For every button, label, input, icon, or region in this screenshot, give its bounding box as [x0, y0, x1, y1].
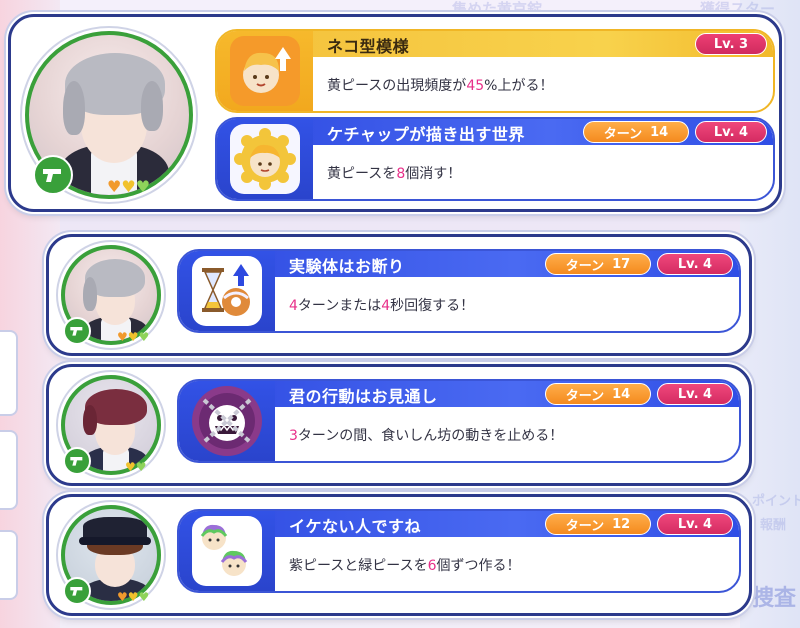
skill-level-badge: Lv. 4: [695, 121, 767, 143]
gun-icon: [63, 447, 91, 475]
heart-icon: ♥: [117, 590, 128, 604]
skill-name: イケない人ですね: [289, 517, 422, 536]
gun-icon: [63, 317, 91, 345]
affection-hearts: ♥ ♥ ♥: [117, 591, 149, 603]
skill-panel[interactable]: ネコ型模様 Lv. 3 黄ピースの出現頻度が45%上がる！: [215, 29, 775, 113]
heart-icon: ♥: [127, 330, 139, 344]
skill-panel[interactable]: 君の行動はお見通し ターン 14 Lv. 4 3ターンの間、食いしん坊の動きを止め…: [177, 379, 741, 463]
skill-panel[interactable]: イケない人ですね ターン 12 Lv. 4 紫ピースと緑ピースを6個ずつ作る！: [177, 509, 741, 593]
skill-icon-box: [217, 31, 313, 111]
character-card[interactable]: ♥ ♥ ♥ イケない人ですね ターン 12 Lv. 4 紫ピースと緑ピースを6個…: [46, 494, 752, 616]
side-tab[interactable]: [0, 430, 18, 510]
gun-icon: [33, 155, 73, 195]
skill-description: 黄ピースの出現頻度が45%上がる！: [327, 78, 554, 94]
skill-level-badge: Lv. 4: [657, 383, 733, 405]
heart-icon: ♥: [135, 460, 147, 474]
affection-hearts: ♥ ♥: [125, 461, 147, 473]
skill-description: 紫ピースと緑ピースを6個ずつ作る！: [289, 558, 521, 574]
skill-description: 3ターンの間、食いしん坊の動きを止める！: [289, 428, 564, 444]
side-tab[interactable]: [0, 530, 18, 600]
skill-name: ネコ型模様: [327, 37, 410, 56]
heart-icon: ♥: [117, 330, 128, 344]
yellow-piece-icon: [230, 124, 300, 194]
skill-turn-badge: ターン 14: [545, 383, 651, 405]
skill-name: ケチャップが描き出す世界: [327, 125, 525, 144]
heart-icon: ♥: [138, 590, 150, 604]
heart-icon: ♥: [107, 177, 122, 196]
piece-up-icon: [230, 36, 300, 106]
heart-icon: ♥: [138, 330, 150, 344]
skill-panel[interactable]: 実験体はお断り ターン 17 Lv. 4 4ターンまたは4秒回復する！: [177, 249, 741, 333]
hourglass-donut-icon: [192, 256, 262, 326]
heart-icon: ♥: [125, 460, 136, 474]
chained-monster-icon: [192, 386, 262, 456]
skill-icon-box: [217, 119, 313, 199]
background-ghost-text: 捜査: [752, 586, 797, 611]
skill-turn-badge: ターン 14: [583, 121, 689, 143]
side-tab[interactable]: [0, 330, 18, 416]
heart-icon: ♥: [127, 590, 139, 604]
background-ghost-text: 報酬: [760, 518, 787, 533]
skill-icon-box: [179, 511, 275, 591]
affection-hearts: ♥ ♥ ♥: [107, 179, 150, 195]
skill-level-badge: Lv. 4: [657, 253, 733, 275]
skill-level-badge: Lv. 3: [695, 33, 767, 55]
skill-description: 4ターンまたは4秒回復する！: [289, 298, 475, 314]
skill-description: 黄ピースを8個消す！: [327, 166, 462, 182]
character-card[interactable]: ♥ ♥ ♥ ネコ型模様 Lv. 3 黄ピースの出現頻度が45%上がる！ ケチャッ…: [8, 14, 782, 212]
character-card[interactable]: ♥ ♥ ♥ 実験体はお断り ターン 17 Lv. 4 4ターンまたは4秒回復する…: [46, 234, 752, 356]
skill-panel[interactable]: ケチャップが描き出す世界 ターン 14 Lv. 4 黄ピースを8個消す！: [215, 117, 775, 201]
skill-turn-badge: ターン 12: [545, 513, 651, 535]
skill-level-badge: Lv. 4: [657, 513, 733, 535]
skill-name: 実験体はお断り: [289, 257, 405, 276]
gun-icon: [63, 577, 91, 605]
skill-icon-box: [179, 251, 275, 331]
skill-icon-box: [179, 381, 275, 461]
character-card[interactable]: ♥ ♥ 君の行動はお見通し ターン 14 Lv. 4 3ターンの間、食いしん坊の動…: [46, 364, 752, 486]
background-ghost-text: ポイント: [752, 494, 800, 509]
heart-icon: ♥: [121, 177, 136, 196]
skill-name: 君の行動はお見通し: [289, 387, 438, 406]
affection-hearts: ♥ ♥ ♥: [117, 331, 149, 343]
skill-turn-badge: ターン 17: [545, 253, 651, 275]
rainbow-pieces-icon: [192, 516, 262, 586]
heart-icon: ♥: [135, 177, 151, 196]
